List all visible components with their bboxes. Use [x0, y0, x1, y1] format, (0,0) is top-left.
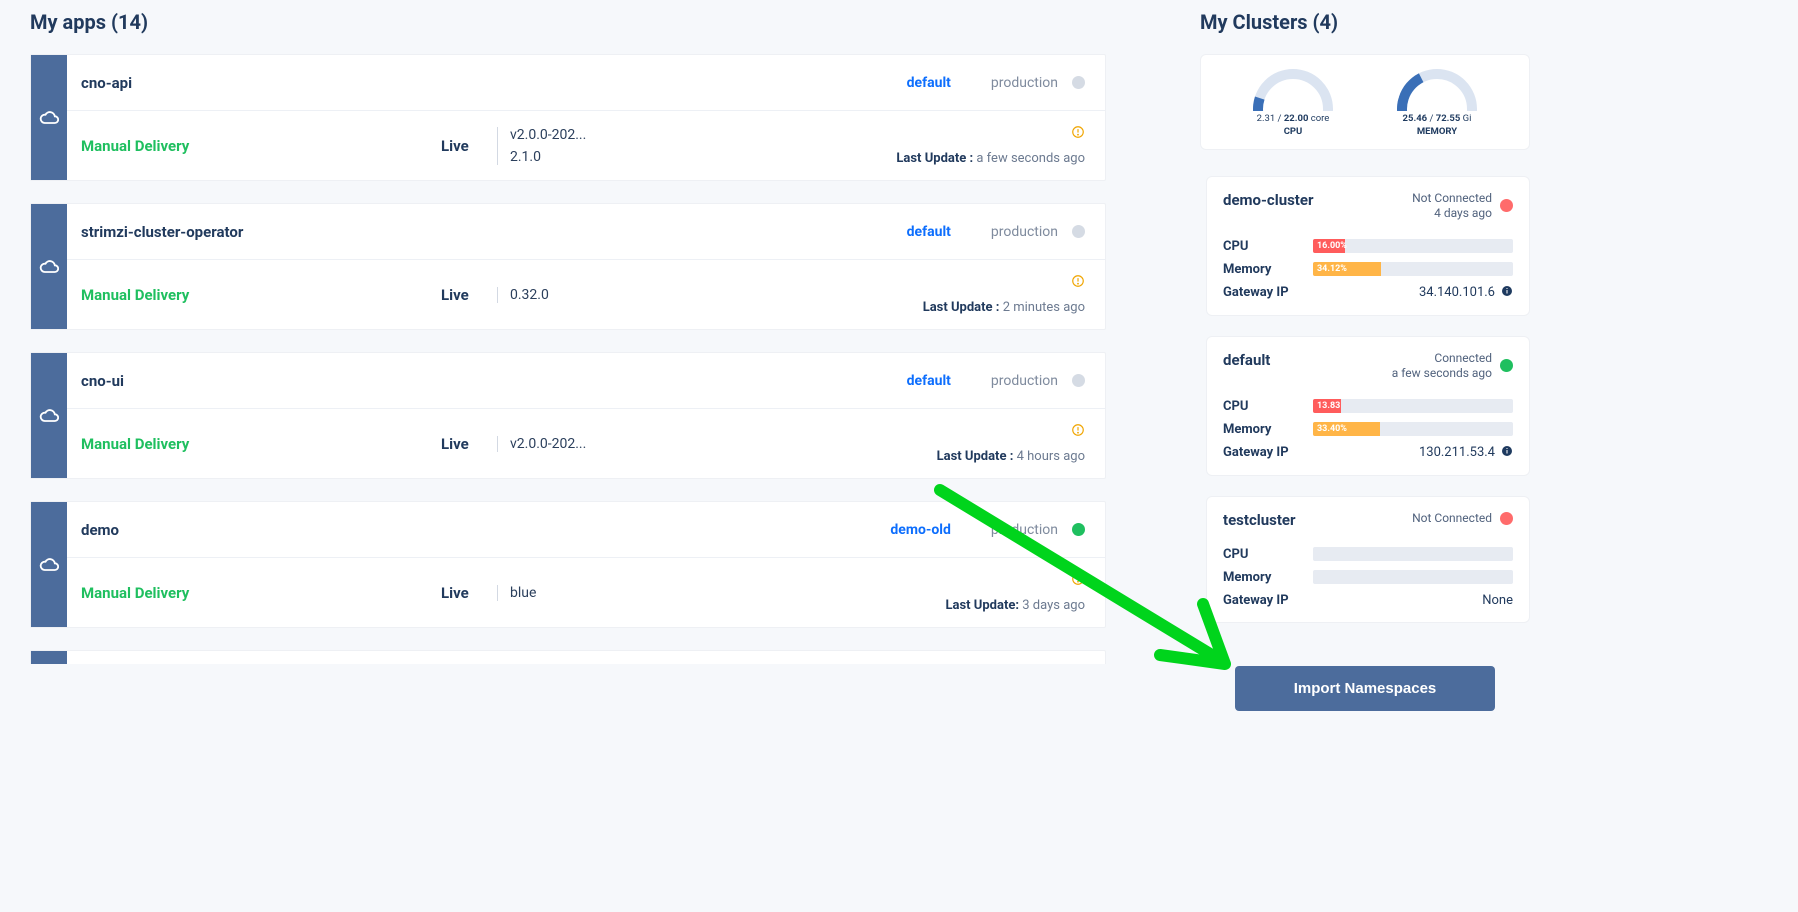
- status-dot: [1500, 512, 1513, 525]
- clusters-scroll[interactable]: demo-cluster Not Connected4 days ago CPU 16…: [1200, 176, 1530, 636]
- app-env: production: [991, 224, 1058, 240]
- gateway-value: 34.140.101.6: [1419, 285, 1513, 301]
- version-list: v2.0.0-202...: [497, 436, 697, 452]
- last-update: Last Update: 3 days ago: [946, 598, 1086, 613]
- status-dot: [1500, 199, 1513, 212]
- delivery-mode: Manual Delivery: [81, 435, 441, 453]
- cpu-label: CPU: [1223, 239, 1303, 254]
- app-name: strimzi-cluster-operator: [81, 223, 907, 241]
- cpu-gauge: 2.31 / 22.00 core CPU: [1253, 69, 1333, 139]
- cluster-name: testcluster: [1223, 511, 1296, 529]
- gateway-label: Gateway IP: [1223, 593, 1289, 608]
- status-dot: [1072, 76, 1085, 89]
- memory-gauge: 25.46 / 72.55 Gi MEMORY: [1397, 69, 1477, 139]
- memory-bar: 34.12%: [1313, 262, 1513, 276]
- app-card[interactable]: cno-cd-operatordefaultproduction: [30, 650, 1106, 664]
- cluster-name: default: [1223, 351, 1270, 369]
- info-icon[interactable]: [1501, 285, 1513, 301]
- cluster-card[interactable]: default Connecteda few seconds ago CPU 13.8…: [1206, 336, 1530, 476]
- cpu-bar: 13.83: [1313, 399, 1513, 413]
- cpu-label: CPU: [1223, 399, 1303, 414]
- gateway-label: Gateway IP: [1223, 445, 1289, 460]
- app-name: cno-api: [81, 74, 907, 92]
- app-env: production: [991, 75, 1058, 91]
- cloud-icon: [31, 651, 67, 664]
- app-card[interactable]: demodemo-old production Manual DeliveryLiv…: [30, 501, 1106, 628]
- warning-icon[interactable]: [1071, 423, 1085, 441]
- memory-bar: [1313, 570, 1513, 584]
- app-namespace-link[interactable]: default: [907, 224, 951, 240]
- memory-label: Memory: [1223, 570, 1303, 585]
- apps-scroll[interactable]: cno-apidefaultproductionManual DeliveryL…: [30, 54, 1120, 664]
- stage-label: Live: [441, 286, 487, 304]
- app-env: production: [991, 522, 1058, 538]
- cluster-status-text: Not Connected: [1412, 511, 1492, 526]
- cpu-bar: [1313, 547, 1513, 561]
- app-namespace-link[interactable]: demo-old: [890, 522, 950, 538]
- apps-section-title: My apps (14): [30, 10, 1120, 34]
- stage-label: Live: [441, 584, 487, 602]
- clusters-section-title: My Clusters (4): [1200, 10, 1530, 34]
- memory-label: Memory: [1223, 262, 1303, 277]
- delivery-mode: Manual Delivery: [81, 286, 441, 304]
- cluster-card[interactable]: testcluster Not Connected CPU Memory Gateway…: [1206, 496, 1530, 623]
- cluster-status-text: Connecteda few seconds ago: [1392, 351, 1492, 381]
- gateway-value: 130.211.53.4: [1419, 445, 1513, 461]
- version-list: blue: [497, 585, 697, 601]
- gateway-label: Gateway IP: [1223, 285, 1289, 300]
- stage-label: Live: [441, 435, 487, 453]
- app-card[interactable]: cno-uidefault production Manual DeliveryLi…: [30, 352, 1106, 479]
- last-update: Last Update : a few seconds ago: [896, 151, 1085, 166]
- gateway-value: None: [1482, 593, 1513, 608]
- cpu-label: CPU: [1223, 547, 1303, 562]
- info-icon[interactable]: [1501, 445, 1513, 461]
- cloud-icon: [31, 204, 67, 329]
- app-name: demo: [81, 521, 890, 539]
- warning-icon[interactable]: [1071, 125, 1085, 143]
- app-name: cno-ui: [81, 372, 907, 390]
- last-update: Last Update : 4 hours ago: [937, 449, 1085, 464]
- memory-bar: 33.40%: [1313, 422, 1513, 436]
- last-update: Last Update : 2 minutes ago: [923, 300, 1085, 315]
- delivery-mode: Manual Delivery: [81, 584, 441, 602]
- cloud-icon: [31, 55, 67, 180]
- warning-icon[interactable]: [1071, 274, 1085, 292]
- memory-label: Memory: [1223, 422, 1303, 437]
- warning-icon[interactable]: [1071, 572, 1085, 590]
- status-dot: [1072, 225, 1085, 238]
- app-env: production: [991, 373, 1058, 389]
- cpu-bar: 16.00%: [1313, 239, 1513, 253]
- app-namespace-link[interactable]: default: [907, 373, 951, 389]
- status-dot: [1072, 523, 1085, 536]
- app-card[interactable]: cno-apidefaultproductionManual DeliveryL…: [30, 54, 1106, 181]
- cluster-card[interactable]: demo-cluster Not Connected4 days ago CPU 16…: [1206, 176, 1530, 316]
- cluster-status-text: Not Connected4 days ago: [1412, 191, 1492, 221]
- version-list: 0.32.0: [497, 287, 697, 303]
- app-card[interactable]: strimzi-cluster-operatordefault productio…: [30, 203, 1106, 330]
- cloud-icon: [31, 502, 67, 627]
- status-dot: [1072, 374, 1085, 387]
- delivery-mode: Manual Delivery: [81, 137, 441, 155]
- cloud-icon: [31, 353, 67, 478]
- status-dot: [1500, 359, 1513, 372]
- gauges-card: 2.31 / 22.00 core CPU 25.46 / 72.55 Gi M…: [1200, 54, 1530, 150]
- cluster-name: demo-cluster: [1223, 191, 1313, 209]
- app-namespace-link[interactable]: default: [907, 75, 951, 91]
- import-namespaces-button[interactable]: Import Namespaces: [1235, 666, 1495, 711]
- version-list: v2.0.0-202...2.1.0: [497, 127, 697, 165]
- stage-label: Live: [441, 137, 487, 155]
